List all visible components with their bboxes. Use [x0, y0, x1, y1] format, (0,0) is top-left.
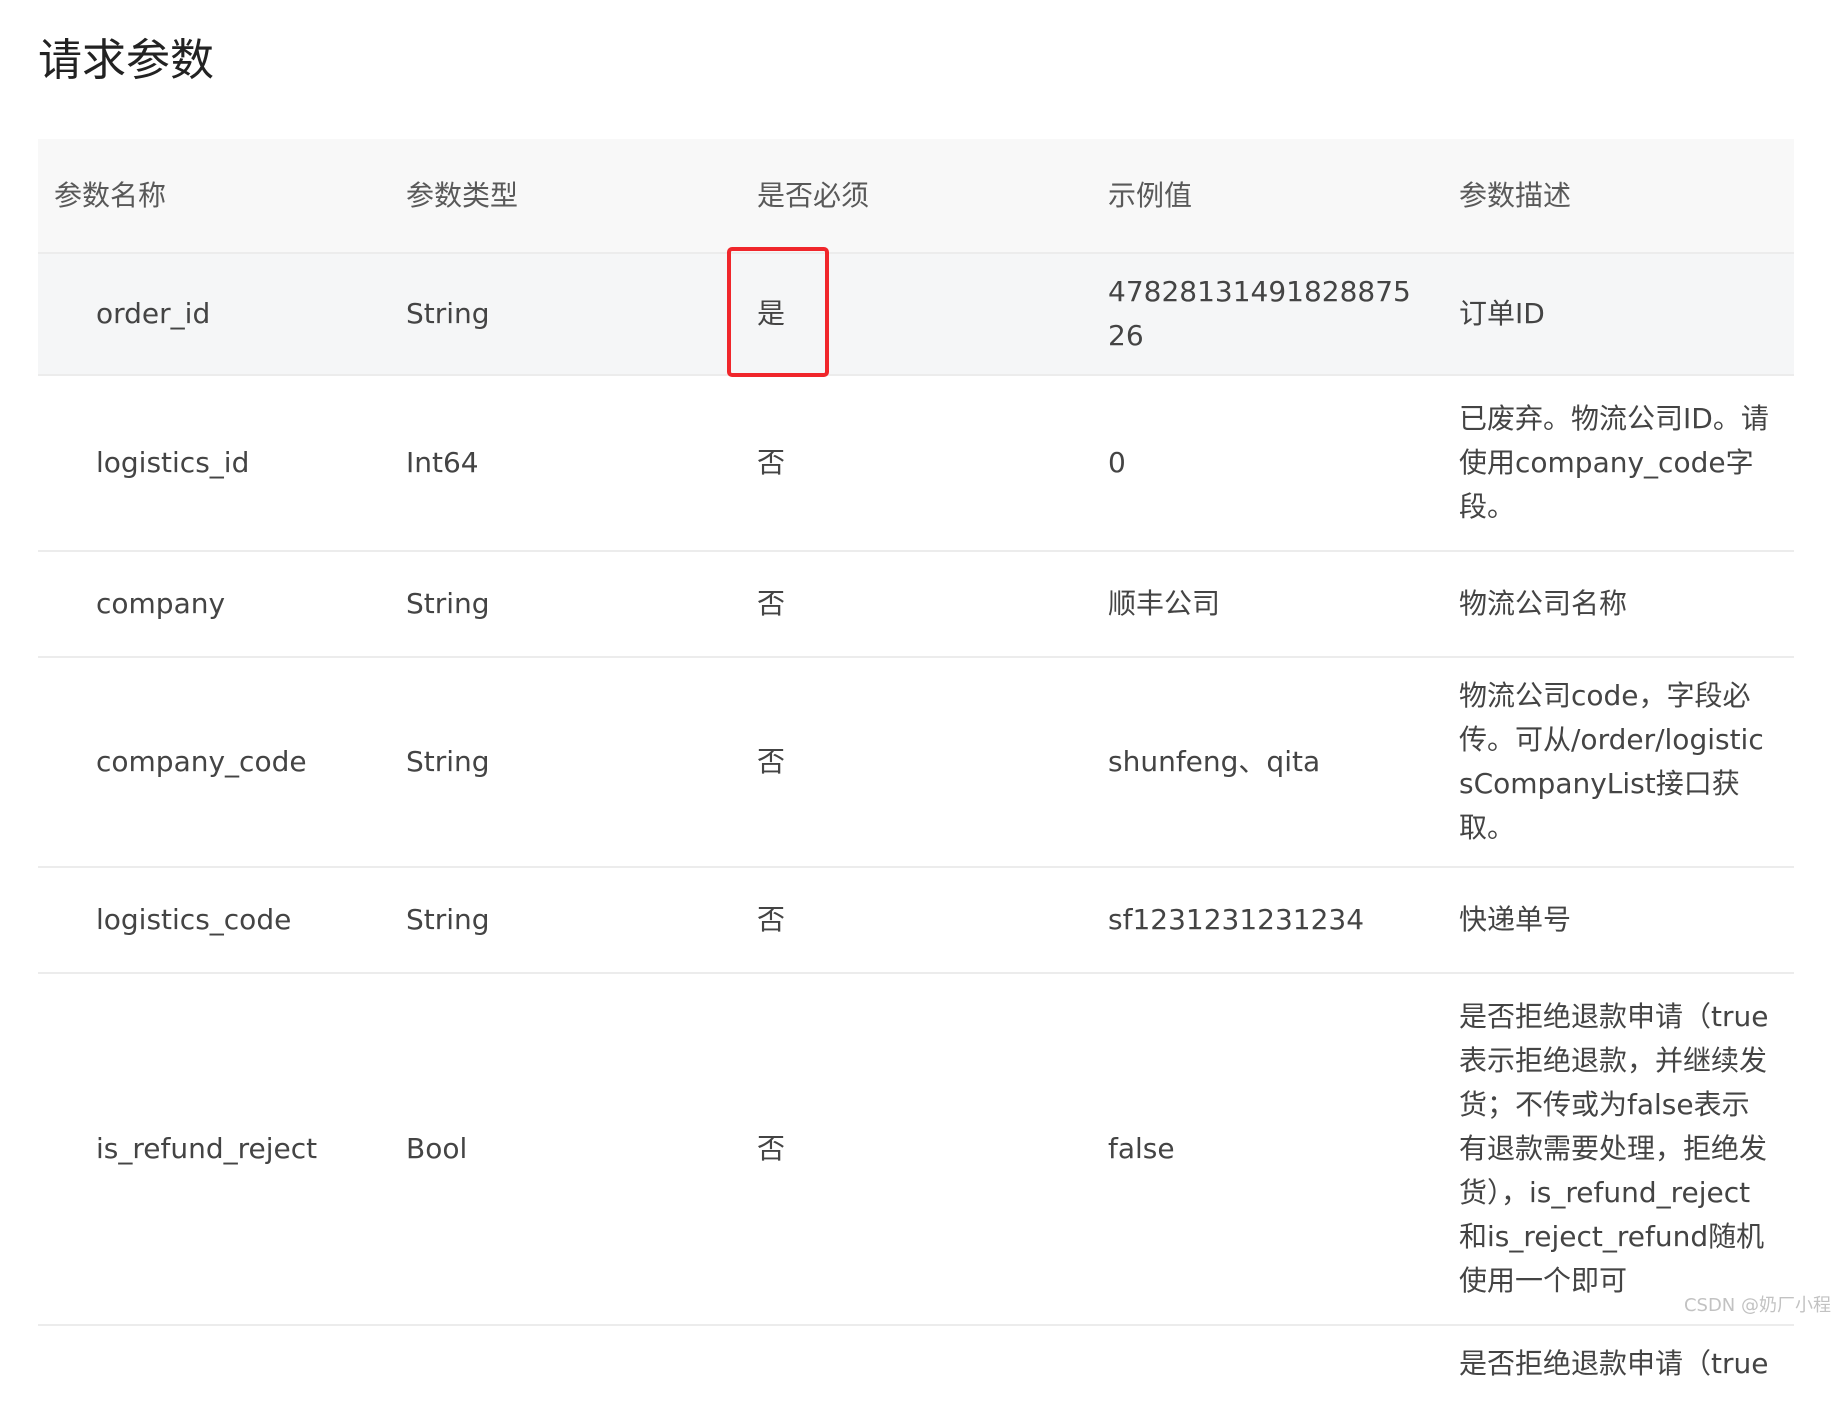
header-description: 参数描述 — [1459, 178, 1572, 212]
param-name: company_code — [96, 745, 307, 778]
param-example: 4782813149182887526 — [1108, 275, 1411, 352]
param-required — [741, 1325, 1092, 1415]
param-description: 订单ID — [1459, 297, 1545, 330]
param-name: is_refund_reject — [96, 1132, 318, 1165]
table-row: is_refund_reject Bool 否 false 是否拒绝退款申请（t… — [38, 973, 1794, 1325]
param-description: 已废弃。物流公司ID。请使用company_code字段。 — [1459, 402, 1769, 523]
header-example: 示例值 — [1108, 178, 1193, 212]
param-type: String — [406, 903, 490, 936]
table-row: logistics_id Int64 否 0 已废弃。物流公司ID。请使用com… — [38, 375, 1794, 551]
table-row: company_code String 否 shunfeng、qita 物流公司… — [38, 657, 1794, 867]
header-required: 是否必须 — [757, 178, 870, 212]
page-title: 请求参数 — [38, 35, 214, 86]
param-required: 否 — [757, 903, 786, 936]
param-required: 否 — [757, 446, 786, 479]
param-description: 快递单号 — [1459, 903, 1572, 936]
param-name: company — [96, 587, 226, 620]
header-param-type: 参数类型 — [406, 178, 519, 212]
param-example: false — [1108, 1132, 1175, 1165]
table-row: order_id String 是 4782813149182887526 订单… — [38, 253, 1794, 375]
param-required: 否 — [757, 745, 786, 778]
param-type: String — [406, 297, 490, 330]
request-params-table: 参数名称 参数类型 是否必须 示例值 参数描述 order_id String … — [38, 139, 1794, 1415]
param-example: sf1231231231234 — [1108, 903, 1365, 936]
param-description: 物流公司名称 — [1459, 587, 1628, 620]
param-name — [38, 1325, 390, 1415]
table-row: logistics_code String 否 sf1231231231234 … — [38, 867, 1794, 973]
param-name: order_id — [96, 297, 211, 330]
param-description: 是否拒绝退款申请（true表示拒绝退款，并继续发货；不传或为false表示有退款… — [1459, 1000, 1769, 1297]
param-example: 0 — [1108, 446, 1126, 479]
watermark: CSDN @奶厂小程 — [1683, 1295, 1831, 1316]
param-type: String — [406, 745, 490, 778]
param-type: Bool — [406, 1132, 468, 1165]
param-required: 否 — [757, 587, 786, 620]
param-example — [1092, 1325, 1443, 1415]
param-description: 是否拒绝退款申请（true — [1459, 1347, 1769, 1380]
table-row: company String 否 顺丰公司 物流公司名称 — [38, 551, 1794, 657]
param-type — [390, 1325, 741, 1415]
param-example: 顺丰公司 — [1108, 587, 1221, 620]
table-row: 是否拒绝退款申请（true — [38, 1325, 1794, 1415]
param-type: Int64 — [406, 446, 479, 479]
param-description: 物流公司code，字段必传。可从/order/logisticsCompanyL… — [1459, 679, 1764, 844]
table-header-row: 参数名称 参数类型 是否必须 示例值 参数描述 — [38, 139, 1794, 253]
param-required: 否 — [757, 1132, 786, 1165]
param-example: shunfeng、qita — [1108, 745, 1321, 778]
highlight-box — [727, 247, 829, 377]
param-name: logistics_id — [96, 446, 250, 479]
header-param-name: 参数名称 — [54, 178, 167, 212]
param-name: logistics_code — [96, 903, 292, 936]
param-type: String — [406, 587, 490, 620]
